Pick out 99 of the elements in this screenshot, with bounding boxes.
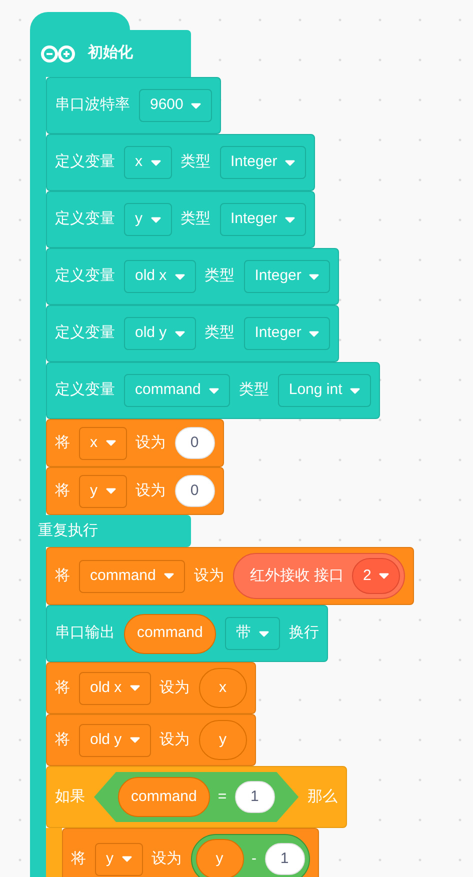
caret-icon bbox=[130, 737, 140, 743]
dropdown[interactable]: 9600 bbox=[139, 89, 212, 122]
block-label: 类型 bbox=[204, 323, 235, 344]
number-field[interactable]: 1 bbox=[234, 781, 275, 813]
caret-icon bbox=[164, 573, 174, 579]
caret-icon bbox=[285, 160, 296, 166]
code-block[interactable]: 串口输出 command 带 换行 bbox=[46, 605, 328, 662]
block-label: 设为 bbox=[136, 480, 166, 501]
operator-block[interactable]: y - 1 bbox=[190, 834, 310, 877]
infinity-logo-icon bbox=[40, 44, 76, 62]
operator-symbol: - bbox=[252, 848, 256, 869]
caret-icon bbox=[191, 102, 202, 108]
dropdown[interactable]: y bbox=[124, 203, 172, 236]
dropdown[interactable]: old y bbox=[79, 724, 151, 756]
caret-icon bbox=[130, 685, 140, 691]
block-label: 定义变量 bbox=[55, 323, 115, 344]
block-label: 设为 bbox=[160, 678, 190, 698]
caret-icon bbox=[174, 330, 185, 336]
caret-icon bbox=[350, 388, 360, 394]
code-block[interactable]: 将 old y 设为 y bbox=[46, 714, 256, 766]
block-label: 将 bbox=[55, 480, 70, 501]
caret-icon bbox=[309, 274, 320, 280]
block-label: 将 bbox=[55, 730, 70, 750]
code-block[interactable]: 串口波特率 9600 bbox=[46, 77, 222, 134]
block-label: 串口波特率 bbox=[55, 95, 130, 116]
dropdown[interactable]: 带 bbox=[224, 617, 280, 650]
dropdown[interactable]: 2 bbox=[352, 558, 400, 594]
block-label: 设为 bbox=[152, 848, 182, 869]
caret-icon bbox=[150, 160, 160, 166]
code-block[interactable]: 定义变量 old x 类型 Integer bbox=[46, 248, 340, 305]
compare-block[interactable]: command = 1 bbox=[94, 772, 299, 822]
dropdown[interactable]: old x bbox=[124, 260, 196, 293]
dropdown[interactable]: Integer bbox=[244, 260, 330, 293]
dropdown[interactable]: old x bbox=[79, 672, 151, 704]
dropdown[interactable]: command bbox=[124, 374, 230, 407]
block-label: 设为 bbox=[194, 566, 224, 586]
dropdown[interactable]: old y bbox=[124, 317, 196, 350]
caret-icon bbox=[379, 573, 390, 579]
block-label: 类型 bbox=[204, 266, 235, 286]
block-label: 定义变量 bbox=[55, 380, 115, 400]
block-label: 类型 bbox=[180, 209, 210, 230]
dropdown[interactable]: Integer bbox=[220, 203, 306, 236]
code-block[interactable]: 将 y 设为 0 bbox=[46, 467, 224, 515]
caret-icon bbox=[258, 630, 269, 636]
code-block[interactable]: 定义变量 y 类型 Integer bbox=[46, 191, 316, 248]
block-label: 将 bbox=[55, 566, 70, 586]
caret-icon bbox=[106, 440, 116, 446]
dropdown[interactable]: command bbox=[79, 560, 185, 592]
variable-reporter[interactable]: command bbox=[118, 777, 210, 817]
caret-icon bbox=[122, 856, 132, 862]
number-field[interactable]: 1 bbox=[264, 843, 304, 875]
code-block[interactable]: 定义变量 command 类型 Long int bbox=[46, 362, 380, 419]
dropdown[interactable]: x bbox=[79, 426, 126, 460]
dropdown[interactable]: Integer bbox=[220, 146, 306, 179]
variable-reporter[interactable]: y bbox=[198, 720, 247, 760]
block-label: 串口输出 bbox=[55, 623, 115, 644]
block-label: 那么 bbox=[308, 786, 338, 807]
dropdown[interactable]: Integer bbox=[244, 317, 330, 350]
number-field[interactable]: 0 bbox=[174, 475, 214, 507]
caret-icon bbox=[174, 274, 185, 280]
code-block[interactable]: 将 old x 设为 x bbox=[46, 662, 256, 714]
dropdown[interactable]: x bbox=[124, 146, 172, 179]
block-label: 将 bbox=[71, 848, 86, 869]
sensor-reporter[interactable]: 红外接收 接口 2 bbox=[232, 553, 406, 599]
code-block[interactable]: 将 x 设为 0 bbox=[46, 419, 224, 467]
caret-icon bbox=[285, 216, 296, 222]
block-label: 初始化 bbox=[88, 43, 133, 64]
code-block[interactable]: 定义变量 old y 类型 Integer bbox=[46, 305, 340, 362]
block-label: 重复执行 bbox=[38, 520, 98, 541]
loop-block[interactable]: 重复执行 bbox=[30, 515, 191, 547]
block-label: 定义变量 bbox=[55, 266, 115, 286]
caret-icon bbox=[150, 216, 160, 222]
block-label: 定义变量 bbox=[55, 152, 115, 172]
block-label: 定义变量 bbox=[55, 209, 115, 230]
variable-reporter[interactable]: x bbox=[198, 668, 247, 708]
caret-icon bbox=[208, 388, 219, 394]
block-label: 类型 bbox=[238, 380, 269, 400]
block-label: 设为 bbox=[160, 730, 190, 750]
code-block[interactable]: 将 y 设为 y - 1 bbox=[62, 828, 318, 877]
sensor-label: 红外接收 接口 bbox=[250, 566, 344, 586]
dropdown[interactable]: Long int bbox=[278, 374, 372, 407]
code-block[interactable]: 将 command 设为 红外接收 接口 2 bbox=[46, 547, 414, 605]
variable-reporter[interactable]: command bbox=[124, 614, 216, 654]
block-label: 将 bbox=[55, 432, 70, 453]
number-field[interactable]: 0 bbox=[174, 427, 214, 459]
block-label: 类型 bbox=[180, 152, 210, 172]
hat-block[interactable]: 初始化 bbox=[30, 30, 191, 77]
code-block[interactable]: 如果 command = 1 那么 bbox=[46, 766, 347, 828]
variable-reporter[interactable]: y bbox=[196, 839, 244, 877]
caret-icon bbox=[106, 488, 116, 494]
block-label: 将 bbox=[55, 678, 70, 698]
code-block[interactable]: 定义变量 x 类型 Integer bbox=[46, 134, 316, 191]
dropdown[interactable]: y bbox=[79, 474, 126, 508]
block-label: 设为 bbox=[136, 432, 166, 453]
dropdown[interactable]: y bbox=[95, 842, 142, 876]
block-label: 换行 bbox=[288, 623, 319, 644]
caret-icon bbox=[309, 330, 320, 336]
block-label: 如果 bbox=[55, 786, 85, 807]
operator-symbol: = bbox=[218, 786, 227, 807]
